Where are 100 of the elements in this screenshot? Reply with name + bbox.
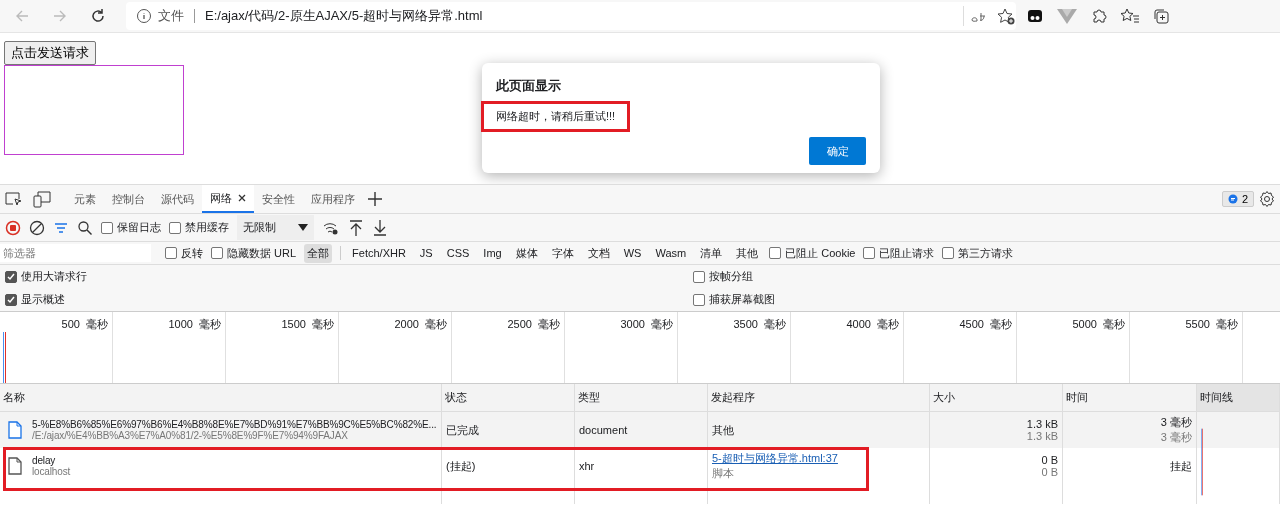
checkbox[interactable] <box>169 221 181 234</box>
checkbox[interactable] <box>211 247 223 259</box>
file-icon <box>8 457 22 475</box>
right-arrow-icon <box>52 8 68 24</box>
star-plus-icon[interactable] <box>996 7 1016 25</box>
initiator-link[interactable]: 5-超时与网络异常.html:37 <box>712 451 925 466</box>
devtools-tab[interactable]: 应用程序 <box>303 185 363 213</box>
address-prefix: 文件 <box>158 7 184 25</box>
filter-type-button[interactable]: Fetch/XHR <box>349 245 409 261</box>
devtools-tab[interactable]: 控制台 <box>104 185 153 213</box>
left-arrow-icon <box>14 8 30 24</box>
checkbox[interactable] <box>165 247 177 259</box>
checkbox-label: 第三方请求 <box>958 245 1014 261</box>
checkbox-label: 捕获屏幕截图 <box>709 292 775 307</box>
checkbox-label: 反转 <box>181 245 203 261</box>
checkbox-label: 隐藏数据 URL <box>227 245 297 261</box>
issues-count: 2 <box>1241 193 1248 205</box>
device-icon[interactable] <box>32 190 52 208</box>
size-text: 1.3 kB <box>1026 418 1058 430</box>
checkbox-label: 已阻止请求 <box>879 245 935 261</box>
issues-button[interactable]: 2 <box>1221 191 1254 207</box>
filter-type-button[interactable]: 其他 <box>733 243 762 263</box>
devtools-tab[interactable]: 网络 <box>202 185 254 213</box>
checkbox[interactable] <box>863 247 876 259</box>
checkbox[interactable] <box>101 221 113 234</box>
timeline-tick-label: 4500 毫秒 <box>904 312 1017 383</box>
devtools-tab[interactable]: 安全性 <box>254 185 303 213</box>
filter-type-button[interactable]: 文档 <box>584 243 613 263</box>
checkbox-label: 已阻止 Cookie <box>785 245 856 261</box>
checkbox[interactable] <box>693 293 705 306</box>
filter-input[interactable]: 筛选器 <box>0 244 151 262</box>
column-header[interactable]: 状态 <box>442 384 575 412</box>
column-header[interactable]: 时间 <box>1063 384 1197 412</box>
column-header[interactable]: 时间线 <box>1197 384 1280 412</box>
close-icon[interactable] <box>238 194 246 202</box>
initiator-detail: 脚本 <box>712 466 735 481</box>
filter-type-button[interactable]: 清单 <box>697 243 726 263</box>
filter-type-button[interactable]: 媒体 <box>512 243 541 263</box>
request-name[interactable]: 5-%E8%B6%85%E6%97%B6%E4%B8%8E%E7%BD%91%E7%BB%9C%E5%BC%82%E... <box>32 419 437 430</box>
request-host: /E:/ajax/%E4%BB%A3%E7%A0%81/2-%E5%8E%9F%E7%94%9FAJAX <box>32 430 349 441</box>
type-text: xhr <box>579 460 596 472</box>
timeline-tick-label: 1000 毫秒 <box>113 312 226 383</box>
filter-type-button[interactable]: Img <box>480 245 505 261</box>
checkbox[interactable] <box>942 247 955 259</box>
document-icon <box>8 421 22 439</box>
plus-icon[interactable] <box>367 191 383 207</box>
timeline-tick-label: 3000 毫秒 <box>565 312 678 383</box>
favorites-icon[interactable] <box>1120 7 1140 25</box>
devtools-tab[interactable]: 元素 <box>66 185 104 213</box>
devtools-tab[interactable]: 源代码 <box>153 185 202 213</box>
time-text: 挂起 <box>1170 458 1192 474</box>
address-bar[interactable]: 文件 E:/ajax/代码/2-原生AJAX/5-超时与网络异常.html <box>126 2 1016 30</box>
filter-type-button[interactable]: CSS <box>443 245 473 261</box>
timeline-tick-label: 5500 毫秒 <box>1130 312 1243 383</box>
filter-type-button[interactable]: WS <box>620 245 645 261</box>
timeline-tick-label: 4000 毫秒 <box>791 312 904 383</box>
checkbox-label: 按帧分组 <box>709 269 753 284</box>
settings-icon[interactable] <box>1258 190 1276 208</box>
clear-icon[interactable] <box>29 219 45 236</box>
search-icon[interactable] <box>77 219 93 236</box>
checkbox[interactable] <box>5 293 17 306</box>
dropdown-caret-icon <box>298 223 308 232</box>
filter-type-button[interactable]: JS <box>416 245 436 261</box>
record-stop-icon[interactable] <box>5 219 21 236</box>
status-text: 已完成 <box>446 422 480 438</box>
checkbox[interactable] <box>769 247 782 259</box>
puzzle-icon[interactable] <box>1090 7 1108 25</box>
reload-icon <box>90 8 106 24</box>
collections-icon[interactable] <box>1152 7 1170 25</box>
filter-type-button[interactable]: 全部 <box>304 243 333 263</box>
message-icon <box>1227 194 1238 204</box>
timeline-tick-label: 3500 毫秒 <box>678 312 791 383</box>
checkmark-icon <box>7 272 15 281</box>
dialog-title: 此页面显示 <box>496 77 562 95</box>
column-header[interactable]: 类型 <box>575 384 708 412</box>
ok-button[interactable]: 确定 <box>809 137 866 165</box>
extension-icon[interactable] <box>1026 7 1044 25</box>
request-host: localhost <box>32 466 71 477</box>
filter-type-button[interactable]: Wasm <box>652 245 690 261</box>
size-text: 0 B <box>1041 454 1058 466</box>
checkbox[interactable] <box>5 270 17 283</box>
initiator-text: 其他 <box>712 422 735 438</box>
throttling-dropdown[interactable]: 无限制 <box>237 215 314 240</box>
column-header[interactable]: 大小 <box>930 384 1063 412</box>
checkbox[interactable] <box>693 270 705 283</box>
inspect-icon[interactable] <box>4 190 24 208</box>
request-timing-marker <box>3 332 6 383</box>
timeline-tick-label: 5000 毫秒 <box>1017 312 1130 383</box>
filter-type-button[interactable]: 字体 <box>548 243 577 263</box>
download-icon[interactable] <box>372 218 388 237</box>
address-url: E:/ajax/代码/2-原生AJAX/5-超时与网络异常.html <box>205 7 483 25</box>
column-header[interactable]: 名称 <box>0 384 442 412</box>
request-name[interactable]: delay <box>32 455 71 466</box>
time-text: 3 毫秒 <box>1160 430 1192 445</box>
timeline-tick-label: 2500 毫秒 <box>452 312 565 383</box>
size-text: 1.3 kB <box>1026 430 1058 442</box>
upload-icon[interactable] <box>348 218 364 237</box>
timeline-tick-label: 2000 毫秒 <box>339 312 452 383</box>
send-request-button[interactable]: 点击发送请求 <box>4 41 96 65</box>
column-header[interactable]: 发起程序 <box>708 384 930 412</box>
